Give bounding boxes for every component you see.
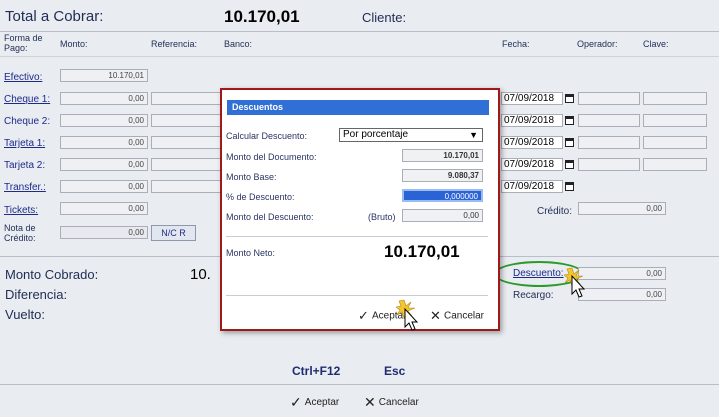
col-clave: Clave: xyxy=(643,39,669,49)
tarjeta2-reference[interactable] xyxy=(151,158,221,171)
cheque1-calendar-icon[interactable] xyxy=(565,94,574,103)
cheque2-reference[interactable] xyxy=(151,114,221,127)
efectivo-amount[interactable]: 10.170,01 xyxy=(60,69,148,82)
ncr-button[interactable]: N/C R xyxy=(151,225,196,241)
transfer-date[interactable]: 07/09/2018 xyxy=(501,180,563,193)
cheque2-date[interactable]: 07/09/2018 xyxy=(501,114,563,127)
cheque1-date[interactable]: 07/09/2018 xyxy=(501,92,563,105)
tarjeta1-reference[interactable] xyxy=(151,136,221,149)
transfer-reference[interactable] xyxy=(151,180,221,193)
tarjeta2-key[interactable] xyxy=(643,158,707,171)
client-label: Cliente: xyxy=(362,10,407,25)
tarjeta1-key[interactable] xyxy=(643,136,707,149)
col-fecha: Fecha: xyxy=(502,39,530,49)
descuento-link[interactable]: Descuento: xyxy=(513,268,564,279)
transfer-calendar-icon[interactable] xyxy=(565,182,574,191)
tarjeta2-operator[interactable] xyxy=(578,158,640,171)
dialog-divider-top xyxy=(226,236,488,237)
total-label: Total a Cobrar: xyxy=(5,8,104,25)
monto-base-label: Monto Base: xyxy=(226,172,277,182)
total-value: 10.170,01 xyxy=(224,7,300,26)
col-banco: Banco: xyxy=(224,39,253,49)
cheque2-calendar-icon[interactable] xyxy=(565,116,574,125)
dialog-divider-bottom xyxy=(226,295,488,296)
tarjeta1-operator[interactable] xyxy=(578,136,640,149)
footer-accept-label: Aceptar xyxy=(304,397,340,408)
tarjeta1-amount[interactable]: 0,00 xyxy=(60,136,148,149)
col-referencia: Referencia: xyxy=(151,39,198,49)
tarjeta2-amount[interactable]: 0,00 xyxy=(60,158,148,171)
col-operador: Operador: xyxy=(577,39,618,49)
calc-select-value: Por porcentaje xyxy=(343,129,409,140)
tarjeta2-date[interactable]: 07/09/2018 xyxy=(501,158,563,171)
monto-documento-field: 10.170,01 xyxy=(402,149,483,162)
close-icon: ✕ xyxy=(364,394,376,410)
recargo-amount[interactable]: 0,00 xyxy=(578,288,666,301)
tickets-amount[interactable]: 0,00 xyxy=(60,202,148,215)
cheque2-key[interactable] xyxy=(643,114,707,127)
dialog-close-icon: ✕ xyxy=(430,308,441,323)
col-forma-pago: Forma de Pago: xyxy=(4,33,43,53)
check-icon: ✓ xyxy=(290,394,302,410)
footer-accept-button[interactable]: ✓ Aceptar xyxy=(290,394,339,410)
bruto-label: (Bruto) xyxy=(368,212,396,222)
footer-divider xyxy=(0,384,719,385)
calc-label: Calcular Descuento: xyxy=(226,131,308,141)
diferencia-label: Diferencia: xyxy=(5,287,68,302)
recargo-label: Recargo: xyxy=(513,290,554,301)
footer-cancel-button[interactable]: ✕ Cancelar xyxy=(364,394,419,410)
monto-descuento-label: Monto del Descuento: xyxy=(226,212,314,222)
cheque2-link[interactable]: Cheque 2: xyxy=(4,116,50,127)
tarjeta1-link[interactable]: Tarjeta 1: xyxy=(4,138,45,149)
monto-neto-label: Monto Neto: xyxy=(226,248,276,258)
monto-cobrado-label: Monto Cobrado: xyxy=(5,267,99,282)
cheque1-key[interactable] xyxy=(643,92,707,105)
cheque1-reference[interactable] xyxy=(151,92,221,105)
cheque1-operator[interactable] xyxy=(578,92,640,105)
credito-amount[interactable]: 0,00 xyxy=(578,202,666,215)
nota-credito-amount: 0,00 xyxy=(60,226,148,239)
tarjeta1-date[interactable]: 07/09/2018 xyxy=(501,136,563,149)
dropdown-arrow-icon: ▼ xyxy=(469,130,478,140)
dialog-cancel-label: Cancelar xyxy=(443,310,484,322)
header-divider xyxy=(0,31,719,32)
nota-credito-label: Nota de Crédito: xyxy=(4,223,36,243)
transfer-link[interactable]: Transfer.: xyxy=(4,182,46,193)
descuentos-dialog: Descuentos Calcular Descuento: Por porce… xyxy=(220,88,500,331)
columns-divider xyxy=(0,56,719,57)
cheque1-amount[interactable]: 0,00 xyxy=(60,92,148,105)
shortcut-ctrl-f12: Ctrl+F12 xyxy=(292,364,341,378)
tickets-link[interactable]: Tickets: xyxy=(4,205,38,216)
descuento-amount[interactable]: 0,00 xyxy=(578,267,666,280)
porcentaje-field[interactable]: 0,000000 xyxy=(402,189,483,202)
shortcut-esc: Esc xyxy=(384,364,406,378)
dialog-click-cursor-icon xyxy=(396,299,419,331)
dialog-cancel-button[interactable]: ✕ Cancelar xyxy=(430,308,484,324)
tarjeta2-calendar-icon[interactable] xyxy=(565,160,574,169)
footer-cancel-label: Cancelar xyxy=(378,397,419,408)
monto-descuento-field[interactable]: 0,00 xyxy=(402,209,483,222)
monto-base-field: 9.080,37 xyxy=(402,169,483,182)
monto-documento-label: Monto del Documento: xyxy=(226,152,317,162)
vuelto-label: Vuelto: xyxy=(5,307,45,322)
porcentaje-label: % de Descuento: xyxy=(226,192,295,202)
col-monto: Monto: xyxy=(60,39,88,49)
calc-select[interactable]: Por porcentaje ▼ xyxy=(339,128,483,142)
transfer-amount[interactable]: 0,00 xyxy=(60,180,148,193)
dialog-check-icon: ✓ xyxy=(358,308,369,323)
monto-cobrado-value: 10. xyxy=(190,266,211,283)
cheque2-amount[interactable]: 0,00 xyxy=(60,114,148,127)
credito-label: Crédito: xyxy=(537,206,573,217)
tarjeta2-link[interactable]: Tarjeta 2: xyxy=(4,160,45,171)
tarjeta1-calendar-icon[interactable] xyxy=(565,138,574,147)
cheque2-operator[interactable] xyxy=(578,114,640,127)
efectivo-link[interactable]: Efectivo: xyxy=(4,72,42,83)
dialog-title: Descuentos xyxy=(227,100,489,115)
cheque1-link[interactable]: Cheque 1: xyxy=(4,94,50,105)
monto-neto-value: 10.170,01 xyxy=(384,242,460,261)
click-cursor-icon xyxy=(564,267,586,298)
